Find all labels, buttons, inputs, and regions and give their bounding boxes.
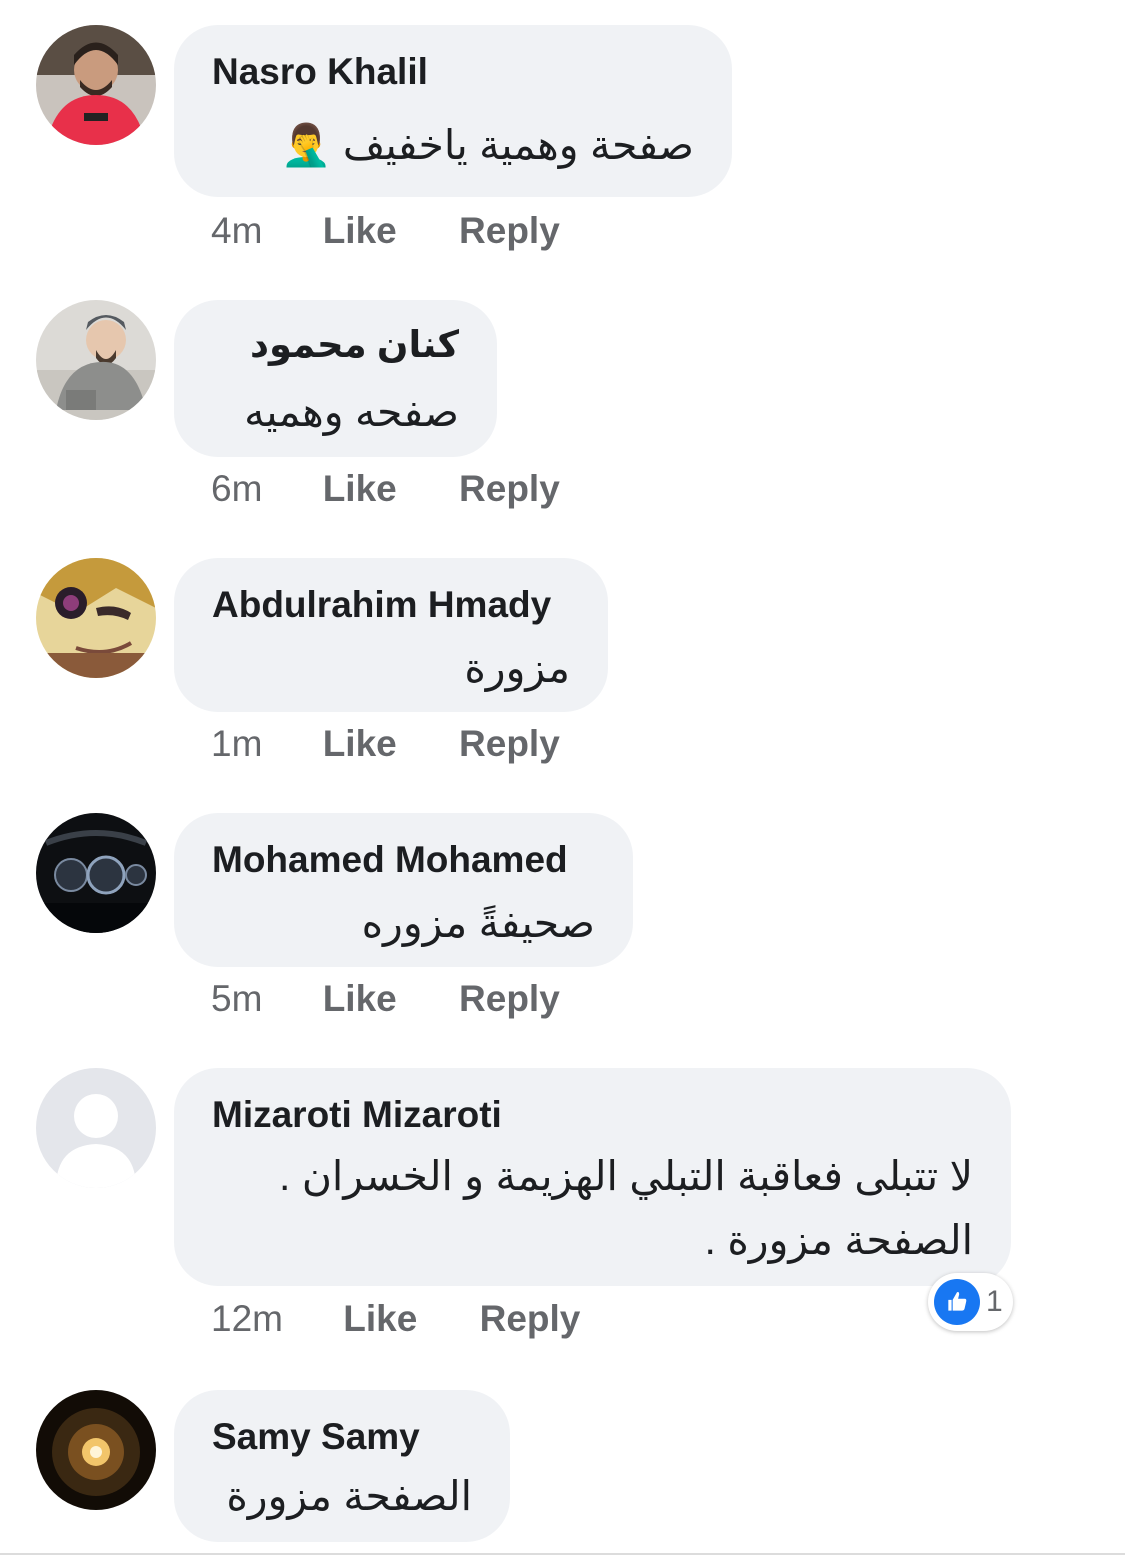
timestamp[interactable]: 4m — [211, 210, 262, 252]
avatar[interactable] — [36, 813, 156, 933]
comment-bubble: Mohamed Mohamed صحيفةً مزوره — [174, 813, 633, 967]
reply-button[interactable]: Reply — [459, 210, 560, 252]
reply-button[interactable]: Reply — [459, 723, 560, 765]
comment-text: صحيفةً مزوره — [361, 900, 595, 946]
like-button[interactable]: Like — [323, 978, 397, 1020]
comment-bubble: Nasro Khalil صفحة وهمية ياخفيف 🤦‍♂️ — [174, 25, 732, 197]
avatar[interactable] — [36, 25, 156, 145]
avatar[interactable] — [36, 558, 156, 678]
comment-actions: 12m Like Reply — [211, 1298, 580, 1340]
comment-bubble: Mizaroti Mizaroti لا تتبلى فعاقبة التبلي… — [174, 1068, 1011, 1286]
comment-actions: 5m Like Reply — [211, 978, 560, 1020]
reaction-badge[interactable]: 1 — [928, 1273, 1013, 1331]
reply-button[interactable]: Reply — [459, 978, 560, 1020]
comment-actions: 6m Like Reply — [211, 468, 560, 510]
reply-button[interactable]: Reply — [459, 468, 560, 510]
like-button[interactable]: Like — [323, 723, 397, 765]
like-button[interactable]: Like — [343, 1298, 417, 1340]
comment-text: الصفحة مزورة — [226, 1473, 472, 1519]
comment-text-line: لا تتبلى فعاقبة التبلي الهزيمة و الخسران… — [279, 1153, 973, 1199]
comment-text: صفحه وهميه — [244, 389, 459, 435]
author-name[interactable]: Abdulrahim Hmady — [212, 584, 551, 626]
timestamp[interactable]: 5m — [211, 978, 262, 1020]
thumbs-up-icon — [934, 1279, 980, 1325]
author-name[interactable]: Mohamed Mohamed — [212, 839, 568, 881]
like-button[interactable]: Like — [323, 468, 397, 510]
comment-actions: 1m Like Reply — [211, 723, 560, 765]
timestamp[interactable]: 12m — [211, 1298, 283, 1340]
comment-bubble: Samy Samy الصفحة مزورة — [174, 1390, 510, 1542]
author-name[interactable]: Mizaroti Mizaroti — [212, 1094, 502, 1136]
comment-text: مزورة — [464, 645, 570, 691]
like-button[interactable]: Like — [323, 210, 397, 252]
avatar[interactable] — [36, 1068, 156, 1188]
comment-bubble: كنان محمود صفحه وهميه — [174, 300, 497, 457]
avatar[interactable] — [36, 1390, 156, 1510]
avatar[interactable] — [36, 300, 156, 420]
comment-actions: 4m Like Reply — [211, 210, 560, 252]
author-name[interactable]: كنان محمود — [250, 324, 459, 366]
reply-button[interactable]: Reply — [480, 1298, 581, 1340]
timestamp[interactable]: 6m — [211, 468, 262, 510]
comment-text-line: الصفحة مزورة . — [704, 1217, 973, 1263]
author-name[interactable]: Nasro Khalil — [212, 51, 428, 93]
timestamp[interactable]: 1m — [211, 723, 262, 765]
comment-text: صفحة وهمية ياخفيف 🤦‍♂️ — [280, 122, 694, 168]
reaction-count: 1 — [986, 1285, 1003, 1318]
comment-bubble: Abdulrahim Hmady مزورة — [174, 558, 608, 712]
author-name[interactable]: Samy Samy — [212, 1416, 420, 1458]
